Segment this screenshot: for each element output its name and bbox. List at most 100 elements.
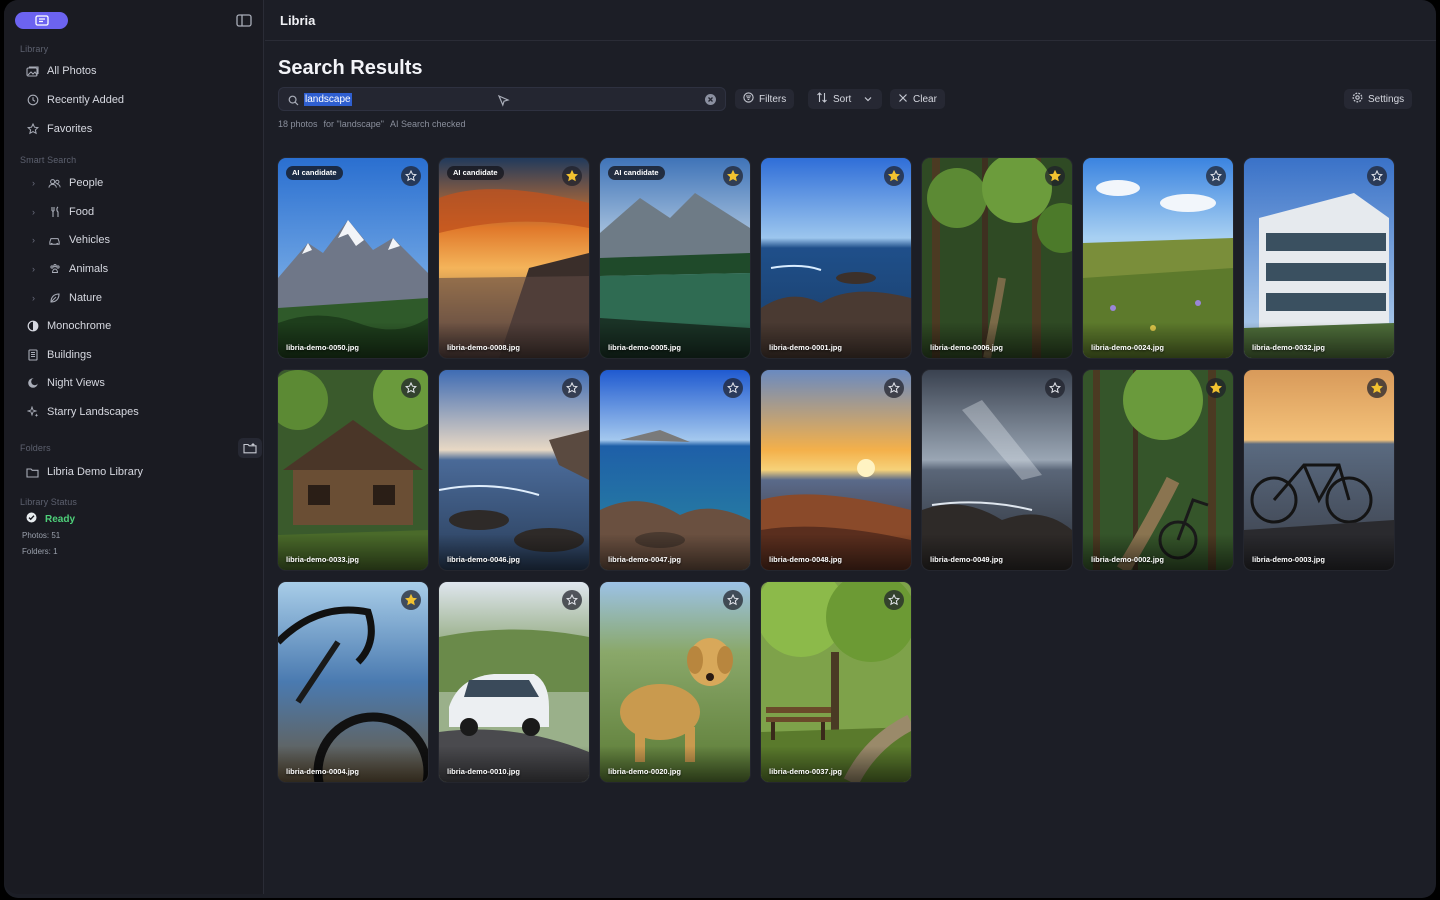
smart-search-section-label: Smart Search: [20, 155, 77, 165]
filter-icon: [743, 92, 754, 106]
photo-filename: libria-demo-0006.jpg: [930, 343, 1003, 352]
photo-filename: libria-demo-0033.jpg: [286, 555, 359, 564]
moon-icon: [26, 377, 39, 390]
chevron-right-icon[interactable]: ›: [32, 235, 40, 245]
sort-button[interactable]: Sort: [808, 89, 882, 109]
close-icon: [898, 93, 908, 106]
folder-add-icon: [243, 443, 257, 454]
filters-button[interactable]: Filters: [735, 89, 795, 109]
favorite-star-filled-icon[interactable]: [723, 166, 743, 186]
chevron-right-icon[interactable]: ›: [32, 178, 40, 188]
sidebar-item-label: Monochrome: [47, 320, 112, 332]
settings-button[interactable]: Settings: [1344, 89, 1413, 109]
favorite-star-filled-icon[interactable]: [884, 166, 904, 186]
sidebar-item-label: Night Views: [47, 377, 105, 389]
sidebar-item-vehicles[interactable]: › Vehicles: [32, 230, 110, 250]
sidebar-item-night-views[interactable]: Night Views: [26, 373, 105, 393]
photo-card[interactable]: libria-demo-0020.jpg: [600, 582, 750, 782]
photo-card[interactable]: libria-demo-0006.jpg: [922, 158, 1072, 358]
library-status-label: Library Status: [20, 497, 77, 507]
photo-filename: libria-demo-0047.jpg: [608, 555, 681, 564]
clock-icon: [26, 94, 39, 107]
photo-filename: libria-demo-0002.jpg: [1091, 555, 1164, 564]
app-logo-button[interactable]: [15, 12, 68, 29]
favorite-star-icon[interactable]: [562, 590, 582, 610]
photo-card[interactable]: libria-demo-0037.jpg: [761, 582, 911, 782]
sidebar-toggle-button[interactable]: [235, 12, 253, 28]
sidebar-item-label: All Photos: [47, 65, 97, 77]
car-icon: [48, 234, 61, 247]
favorite-star-icon[interactable]: [723, 378, 743, 398]
caption-shade: [1083, 534, 1233, 570]
sidebar-item-label: Vehicles: [69, 234, 110, 246]
clear-button[interactable]: Clear: [890, 89, 945, 109]
chevron-right-icon[interactable]: ›: [32, 207, 40, 217]
ai-candidate-badge: AI candidate: [447, 166, 504, 180]
caption-shade: [922, 534, 1072, 570]
contrast-icon: [26, 320, 39, 333]
settings-label: Settings: [1368, 93, 1405, 105]
people-icon: [48, 177, 61, 190]
photo-card[interactable]: libria-demo-0010.jpg: [439, 582, 589, 782]
photo-card[interactable]: AI candidate libria-demo-0005.jpg: [600, 158, 750, 358]
sidebar-item-all-photos[interactable]: All Photos: [26, 61, 97, 81]
photo-card[interactable]: AI candidate libria-demo-0050.jpg: [278, 158, 428, 358]
building-icon: [26, 349, 39, 362]
photo-card[interactable]: libria-demo-0047.jpg: [600, 370, 750, 570]
favorite-star-icon[interactable]: [401, 166, 421, 186]
photo-card[interactable]: AI candidate libria-demo-0008.jpg: [439, 158, 589, 358]
photo-card[interactable]: libria-demo-0033.jpg: [278, 370, 428, 570]
caption-shade: [600, 746, 750, 782]
sidebar-item-animals[interactable]: › Animals: [32, 259, 108, 279]
chevron-right-icon[interactable]: ›: [32, 293, 40, 303]
favorite-star-filled-icon[interactable]: [1367, 378, 1387, 398]
photo-card[interactable]: libria-demo-0049.jpg: [922, 370, 1072, 570]
photo-card[interactable]: libria-demo-0001.jpg: [761, 158, 911, 358]
status-ready: Ready: [26, 512, 75, 526]
sidebar-item-people[interactable]: › People: [32, 173, 103, 193]
photo-card[interactable]: libria-demo-0002.jpg: [1083, 370, 1233, 570]
favorite-star-icon[interactable]: [884, 590, 904, 610]
sidebar-item-buildings[interactable]: Buildings: [26, 345, 92, 365]
favorite-star-filled-icon[interactable]: [1045, 166, 1065, 186]
clear-search-icon[interactable]: [705, 94, 716, 105]
add-folder-button[interactable]: [238, 438, 262, 458]
sidebar-item-label: Food: [69, 206, 95, 218]
chevron-right-icon[interactable]: ›: [32, 264, 40, 274]
caption-shade: [922, 322, 1072, 358]
favorite-star-filled-icon[interactable]: [401, 590, 421, 610]
favorite-star-icon[interactable]: [1367, 166, 1387, 186]
sidebar-item-nature[interactable]: › Nature: [32, 288, 102, 308]
sidebar-item-starry-landscapes[interactable]: Starry Landscapes: [26, 402, 139, 422]
caption-shade: [1244, 322, 1394, 358]
favorite-star-icon[interactable]: [1206, 166, 1226, 186]
favorite-star-icon[interactable]: [723, 590, 743, 610]
favorite-star-icon[interactable]: [1045, 378, 1065, 398]
photo-card[interactable]: libria-demo-0046.jpg: [439, 370, 589, 570]
photo-filename: libria-demo-0046.jpg: [447, 555, 520, 564]
sidebar-item-label: Starry Landscapes: [47, 406, 139, 418]
favorite-star-filled-icon[interactable]: [1206, 378, 1226, 398]
photo-filename: libria-demo-0003.jpg: [1252, 555, 1325, 564]
photo-card[interactable]: libria-demo-0048.jpg: [761, 370, 911, 570]
favorite-star-filled-icon[interactable]: [562, 166, 582, 186]
photo-card[interactable]: libria-demo-0032.jpg: [1244, 158, 1394, 358]
search-field[interactable]: landscape: [278, 87, 726, 111]
utensils-icon: [48, 206, 61, 219]
results-count: 18 photos: [278, 119, 318, 129]
favorite-star-icon[interactable]: [401, 378, 421, 398]
sidebar-item-recently-added[interactable]: Recently Added: [26, 90, 124, 110]
favorite-star-icon[interactable]: [884, 378, 904, 398]
photo-filename: libria-demo-0005.jpg: [608, 343, 681, 352]
caption-shade: [278, 534, 428, 570]
favorite-star-icon[interactable]: [562, 378, 582, 398]
sidebar-item-libria-demo-library[interactable]: Libria Demo Library: [26, 462, 143, 482]
sidebar-item-food[interactable]: › Food: [32, 202, 94, 222]
photo-card[interactable]: libria-demo-0003.jpg: [1244, 370, 1394, 570]
search-input[interactable]: [304, 92, 684, 107]
sidebar-item-monochrome[interactable]: Monochrome: [26, 316, 111, 336]
photo-filename: libria-demo-0032.jpg: [1252, 343, 1325, 352]
sidebar-item-favorites[interactable]: Favorites: [26, 119, 92, 139]
photo-card[interactable]: libria-demo-0004.jpg: [278, 582, 428, 782]
photo-card[interactable]: libria-demo-0024.jpg: [1083, 158, 1233, 358]
